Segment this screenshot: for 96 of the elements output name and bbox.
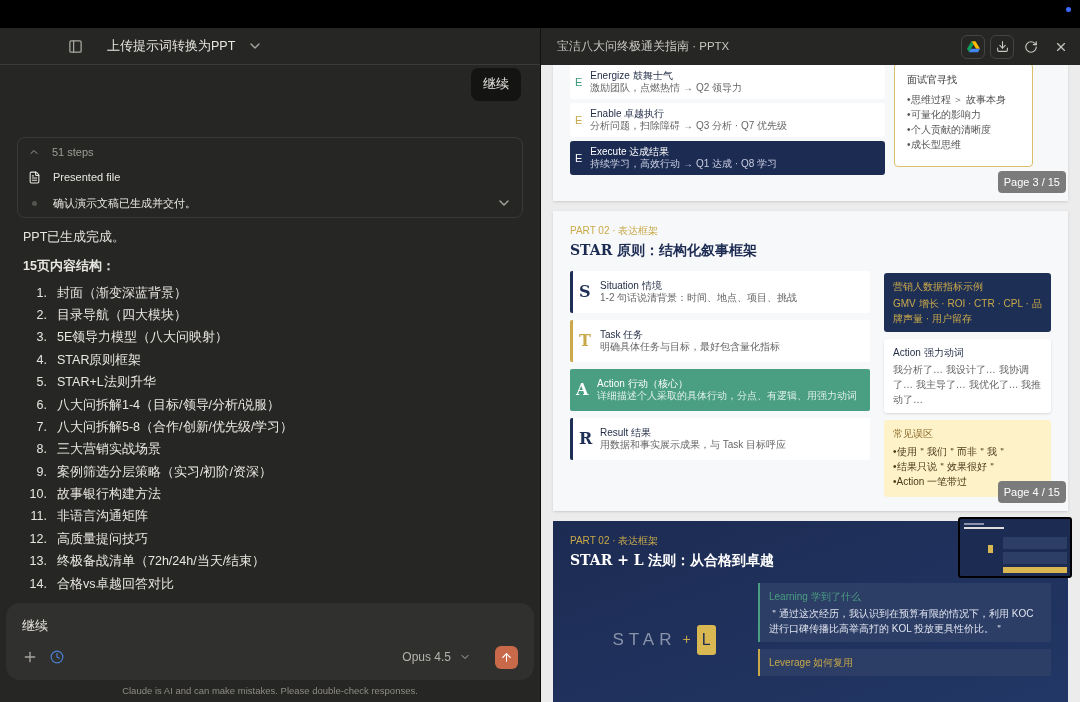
- card-title: Enable 卓越执行: [590, 108, 666, 120]
- star-letter: S: [579, 281, 592, 303]
- card-desc: 持续学习，高效行动 → Q1 达成 · Q8 学习: [590, 158, 778, 170]
- list-item: 八大问拆解5-8（合作/创新/优先级/学习）: [57, 418, 294, 436]
- page-badge: Page 4 / 15: [997, 480, 1066, 503]
- refresh-icon[interactable]: [1024, 39, 1038, 54]
- step-label: 确认演示文稿已生成并交付。: [53, 195, 197, 211]
- card-title: Task 任务: [600, 328, 645, 341]
- list-item: 高质量提问技巧: [57, 530, 148, 548]
- card-title: Leverage 如何复用: [769, 656, 855, 670]
- sidebar-toggle-icon[interactable]: [68, 38, 83, 54]
- star-letter: R: [579, 428, 593, 450]
- reply-heading: 15页内容结构：: [23, 257, 116, 275]
- download-button[interactable]: [990, 34, 1014, 59]
- minimap-thumbnail[interactable]: [958, 517, 1072, 578]
- card-title: Situation 情境: [600, 279, 663, 292]
- list-number: 13.: [28, 553, 47, 571]
- card-title: Energize 鼓舞士气: [590, 70, 674, 82]
- list-number: 1.: [35, 284, 47, 302]
- plus-sign: +: [682, 630, 691, 649]
- list-number: 4.: [35, 351, 47, 369]
- list-item: 目录导航（四大模块）: [57, 306, 187, 324]
- list-item: 案例筛选分层策略（实习/初阶/资深）: [57, 463, 272, 481]
- list-item: 封面（渐变深蓝背景）: [57, 284, 187, 302]
- download-icon: [995, 40, 1009, 53]
- list-item: 合格vs卓越回答对比: [57, 575, 174, 593]
- card-title: Action 行动（核心）: [597, 377, 689, 390]
- card-title: Execute 达成结果: [590, 146, 671, 158]
- star-word: STAR: [612, 628, 677, 651]
- bullet-text: •成长型思维: [907, 138, 962, 152]
- slide-title: STAR + L 法则：从合格到卓越: [570, 551, 776, 570]
- list-number: 8.: [35, 441, 47, 459]
- list-item: STAR+L法则升华: [57, 374, 156, 392]
- card-letter: E: [575, 150, 583, 166]
- list-number: 12.: [28, 530, 47, 548]
- card-title: Result 结果: [600, 426, 653, 439]
- list-item: 八大问拆解1-4（目标/领导/分析/说服）: [57, 396, 281, 414]
- list-number: 2.: [35, 306, 47, 324]
- list-item: 三大营销实战场景: [57, 441, 161, 459]
- part-label: PART 02 · 表达框架: [570, 224, 660, 238]
- l-badge: L: [696, 624, 716, 655]
- card-desc: 激励团队，点燃热情 → Q2 领导力: [590, 82, 743, 94]
- drive-button[interactable]: [961, 34, 985, 59]
- step-label: Presented file: [53, 170, 122, 186]
- list-item: STAR原则框架: [57, 351, 142, 369]
- bullet-text: •Action 一笔带过: [893, 475, 969, 489]
- arrow-up-icon: [500, 650, 513, 664]
- card-heading: 面试官寻找: [907, 73, 958, 87]
- slide-title: STAR 原则：结构化叙事框架: [570, 241, 759, 260]
- list-item: 5E领导力模型（八大问映射）: [57, 329, 229, 347]
- send-button[interactable]: [495, 645, 518, 669]
- document-title: 宝洁八大问终极通关指南 · PPTX: [557, 38, 730, 54]
- card-letter: E: [575, 112, 583, 128]
- list-number: 11.: [29, 508, 47, 526]
- list-number: 6.: [35, 396, 47, 414]
- chat-title-button[interactable]: 上传提示词转换为PPT: [107, 36, 264, 56]
- part-label: PART 02 · 表达框架: [570, 534, 660, 548]
- file-icon: [28, 171, 41, 184]
- list-number: 7.: [35, 418, 47, 436]
- card-letter: E: [575, 74, 583, 90]
- reply-text: PPT已生成完成。: [23, 229, 127, 247]
- list-number: 5.: [35, 374, 47, 392]
- user-message: 继续: [471, 68, 521, 101]
- list-item: 故事银行构建方法: [57, 486, 161, 504]
- bullet-text: •使用＂我们＂而非＂我＂: [893, 445, 1008, 459]
- bullet-text: •思维过程 ＞ 故事本身: [907, 93, 1008, 107]
- card-title: Learning 学到了什么: [769, 590, 862, 604]
- bullet-text: •结果只说＂效果很好＂: [893, 460, 998, 474]
- list-number: 3.: [35, 329, 47, 347]
- card-quote: ＂通过这次经历，我认识到在预算有限的情况下，利用 KOC 进行口碑传播比高举高打的 KOL 投放更具性价比。＂: [769, 607, 1035, 636]
- list-number: 9.: [35, 463, 47, 481]
- card-heading: 营销人数据指标示例: [893, 280, 984, 294]
- card-desc: 1-2 句话说清背景：时间、地点、项目、挑战: [600, 292, 798, 305]
- card-heading: 常见误区: [893, 427, 934, 441]
- card-desc: 分析问题，扫除障碍 → Q3 分析 · Q7 优先级: [590, 120, 788, 132]
- card-desc: 明确具体任务与目标，最好包含量化指标: [600, 341, 780, 354]
- card-body: 我分析了… 我设计了… 我协调了… 我主导了… 我优化了… 我推动了…: [893, 363, 1042, 407]
- steps-toggle[interactable]: 51 steps: [28, 143, 512, 161]
- card-body: GMV 增长 · ROI · CTR · CPL · 品牌声量 · 用户留存: [893, 297, 1042, 326]
- page-badge: Page 3 / 15: [997, 170, 1066, 193]
- drive-logo-icon: [966, 40, 980, 53]
- bullet-text: •个人贡献的清晰度: [907, 123, 992, 137]
- list-item: 终极备战清单（72h/24h/当天/结束）: [57, 553, 266, 571]
- timer-icon[interactable]: [50, 650, 64, 665]
- card-heading: Action 强力动词: [893, 346, 965, 360]
- star-letter: T: [579, 330, 592, 352]
- card-desc: 详细描述个人采取的具体行动，分点、有逻辑、用强力动词: [597, 390, 857, 403]
- model-selector[interactable]: Opus 4.5: [402, 648, 471, 667]
- list-number: 10.: [28, 486, 47, 504]
- star-letter: A: [576, 379, 590, 401]
- card-desc: 用数据和事实展示成果，与 Task 目标呼应: [600, 439, 787, 452]
- message-input[interactable]: 继续: [22, 617, 518, 636]
- bullet-text: •可量化的影响力: [907, 108, 982, 122]
- list-item: 非语言沟通矩阵: [57, 508, 148, 526]
- list-number: 14.: [28, 575, 47, 593]
- disclaimer: Claude is AI and can make mistakes. Please double-check responses.: [121, 683, 419, 698]
